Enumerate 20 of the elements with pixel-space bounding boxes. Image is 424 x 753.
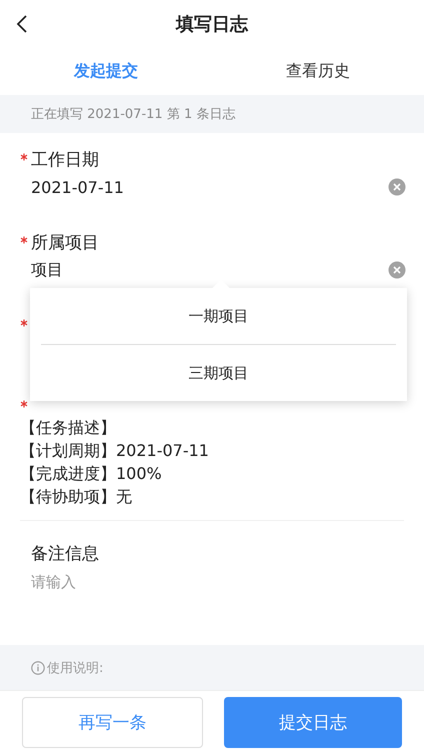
input-field[interactable]: 2021-07-11 — [31, 175, 388, 199]
tab[interactable]: 查看历史 — [212, 48, 424, 95]
description-line: 【完成进度】100% — [20, 463, 163, 485]
clear-icon[interactable] — [388, 178, 406, 196]
dropdown-option[interactable]: 三期项目 — [41, 345, 396, 401]
description-line: 【待协助项】无 — [20, 486, 133, 508]
back-icon — [16, 14, 28, 34]
page-title: 填写日志 — [176, 13, 248, 36]
clear-icon[interactable] — [388, 261, 406, 279]
input-field[interactable]: 项目 — [31, 258, 388, 282]
help-text: 使用说明: — [47, 660, 104, 676]
info-icon — [31, 660, 45, 674]
input-field[interactable]: 请输入 — [31, 569, 404, 593]
field-label: 工作日期 — [31, 148, 99, 170]
field-label: 所属项目 — [31, 232, 99, 254]
description-line: 【计划周期】2021-07-11 — [20, 440, 210, 462]
description-line: 【任务描述】 — [20, 417, 117, 439]
dropdown-option[interactable]: 一期项目 — [41, 288, 396, 344]
notice-text: 正在填写 2021-07-11 第 1 条日志 — [31, 106, 236, 123]
field-label: 备注信息 — [31, 542, 99, 564]
